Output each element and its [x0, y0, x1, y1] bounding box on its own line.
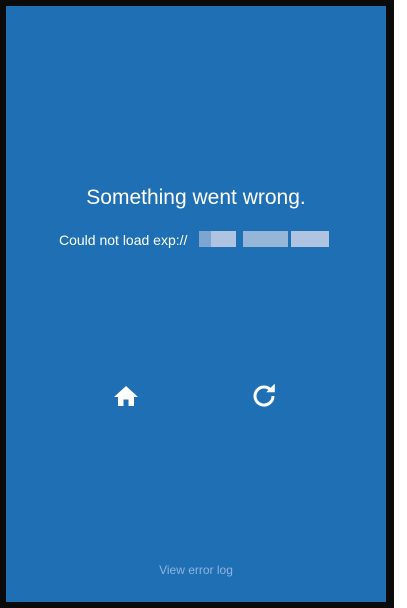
- error-title: Something went wrong.: [86, 186, 306, 209]
- device-frame: Something went wrong. Could not load exp…: [0, 0, 394, 608]
- redacted-url-block: [291, 231, 329, 247]
- error-screen: Something went wrong. Could not load exp…: [6, 6, 386, 602]
- home-button[interactable]: [108, 378, 144, 414]
- reload-button[interactable]: [246, 378, 282, 414]
- home-icon: [112, 384, 140, 408]
- reload-icon: [251, 383, 277, 409]
- redacted-url-block: [199, 231, 211, 247]
- view-error-log-link[interactable]: View error log: [6, 562, 386, 578]
- error-message: Could not load exp://: [59, 232, 188, 248]
- redacted-url-block: [243, 231, 288, 247]
- error-message-row: Could not load exp://: [59, 229, 329, 251]
- action-bar: [6, 378, 386, 414]
- redacted-url-block: [211, 231, 236, 247]
